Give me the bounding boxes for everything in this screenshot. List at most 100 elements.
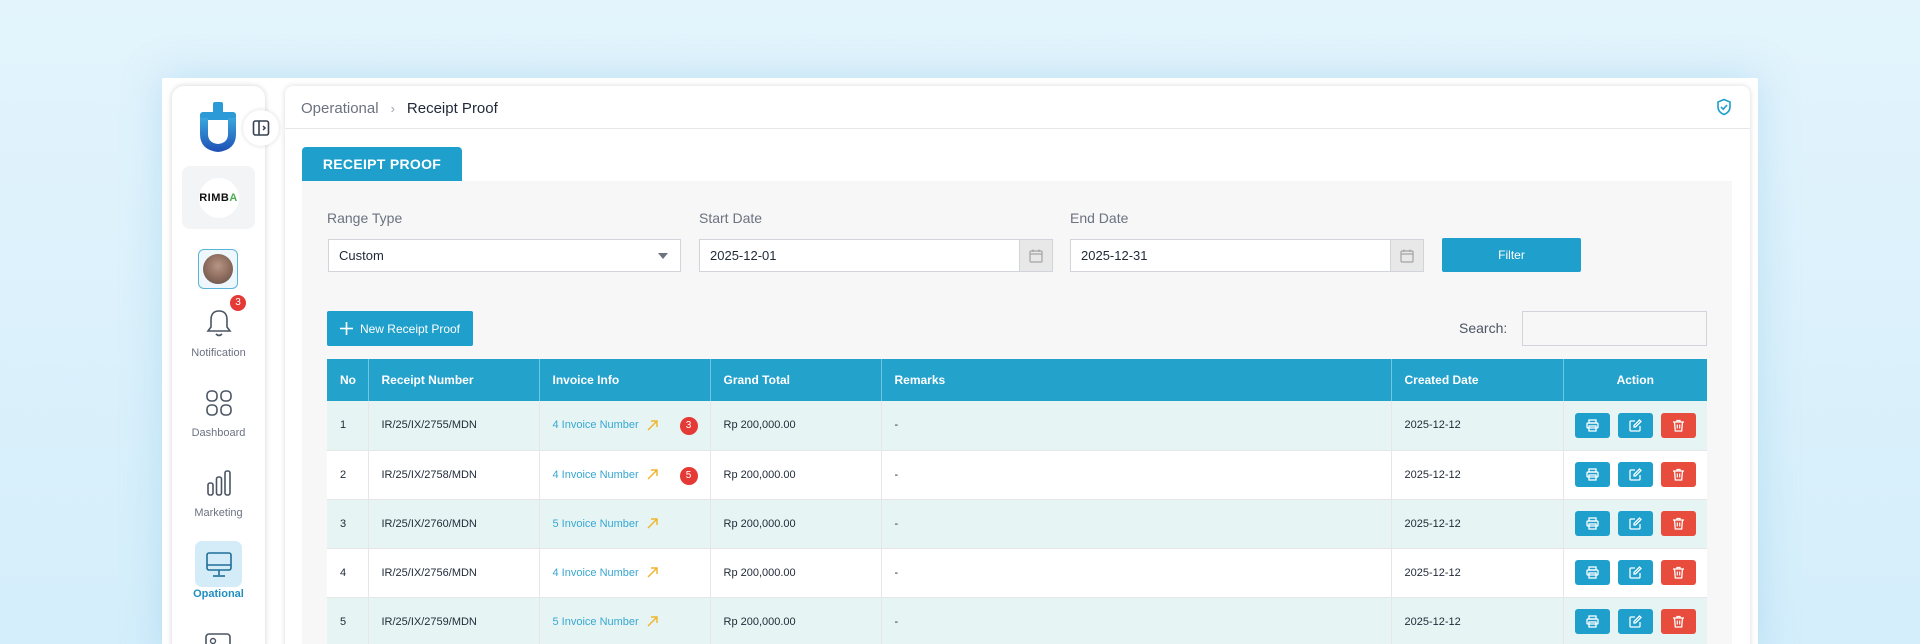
column-header-grand-total[interactable]: Grand Total bbox=[710, 359, 882, 401]
cell-no: 5 bbox=[327, 597, 369, 644]
delete-button[interactable] bbox=[1660, 560, 1696, 585]
cell-grand-total: Rp 200,000.00 bbox=[710, 499, 882, 549]
cell-invoice-info: 5 Invoice Number bbox=[539, 597, 711, 644]
breadcrumb-parent[interactable]: Operational bbox=[301, 100, 379, 117]
cell-remarks: - bbox=[881, 597, 1392, 644]
table-row[interactable]: 3 IR/25/IX/2760/MDN 5 Invoice Number Rp 200… bbox=[327, 499, 1707, 549]
external-link-icon bbox=[647, 518, 658, 529]
sidebar-collapse-button[interactable] bbox=[243, 110, 279, 146]
edit-button[interactable] bbox=[1617, 609, 1653, 634]
breadcrumb-current: Receipt Proof bbox=[406, 99, 498, 117]
cell-remarks: - bbox=[881, 499, 1392, 549]
sidebar-item-notification[interactable]: Notification bbox=[172, 307, 265, 359]
sidebar-item-marketing[interactable]: Marketing bbox=[172, 467, 265, 519]
user-avatar[interactable] bbox=[198, 249, 238, 289]
column-header-invoice-info[interactable]: Invoice Info bbox=[539, 359, 711, 401]
delete-button[interactable] bbox=[1660, 511, 1696, 536]
column-header-receipt-number[interactable]: Receipt Number bbox=[368, 359, 540, 401]
end-date-input[interactable]: 2025-12-31 bbox=[1070, 239, 1424, 272]
tab-receipt-proof[interactable]: RECEIPT PROOF bbox=[302, 147, 462, 181]
print-button[interactable] bbox=[1574, 560, 1610, 585]
cell-created-date: 2025-12-12 bbox=[1391, 401, 1564, 451]
cell-no: 1 bbox=[327, 401, 369, 451]
start-date-picker-button[interactable] bbox=[1019, 240, 1052, 271]
cell-no: 2 bbox=[327, 450, 369, 500]
edit-button[interactable] bbox=[1617, 511, 1653, 536]
invoice-link-text: 4 Invoice Number bbox=[552, 419, 639, 432]
shield-check-icon[interactable] bbox=[1716, 98, 1732, 116]
invoice-link[interactable]: 4 Invoice Number bbox=[553, 419, 658, 431]
edit-icon bbox=[1629, 468, 1642, 481]
print-button[interactable] bbox=[1574, 462, 1610, 487]
edit-button[interactable] bbox=[1617, 412, 1653, 438]
filter-button[interactable]: Filter bbox=[1442, 238, 1581, 272]
invoice-link[interactable]: 4 Invoice Number bbox=[553, 469, 658, 481]
print-button[interactable] bbox=[1574, 609, 1610, 634]
edit-button[interactable] bbox=[1617, 462, 1653, 487]
invoice-link[interactable]: 5 Invoice Number bbox=[553, 616, 658, 628]
cell-receipt-number: IR/25/IX/2760/MDN bbox=[368, 499, 540, 549]
end-date-picker-button[interactable] bbox=[1390, 240, 1423, 271]
cell-actions bbox=[1563, 401, 1707, 451]
edit-button[interactable] bbox=[1617, 560, 1653, 585]
cell-created-date: 2025-12-12 bbox=[1391, 597, 1564, 644]
cell-receipt-number: IR/25/IX/2758/MDN bbox=[368, 450, 540, 500]
table-row[interactable]: 1 IR/25/IX/2755/MDN 4 Invoice Number 3 Rp 20… bbox=[327, 401, 1707, 451]
calendar-icon bbox=[1400, 249, 1414, 263]
trash-icon bbox=[1672, 468, 1684, 481]
column-header-created-date[interactable]: Created Date bbox=[1391, 359, 1564, 401]
search-input[interactable] bbox=[1522, 311, 1707, 346]
edit-icon bbox=[1629, 418, 1642, 432]
print-icon bbox=[1586, 566, 1599, 579]
sidebar-toggle-icon bbox=[252, 120, 270, 136]
contact-card-icon bbox=[205, 633, 231, 644]
company-switcher[interactable]: RIMB A bbox=[182, 166, 255, 229]
delete-button[interactable] bbox=[1660, 462, 1696, 487]
receipt-proof-table: No Receipt Number Invoice Info Grand Tot… bbox=[327, 359, 1707, 644]
edit-icon bbox=[1629, 615, 1642, 628]
cell-remarks: - bbox=[881, 450, 1392, 500]
invoice-count-badge: 3 bbox=[679, 417, 698, 435]
chevron-down-icon bbox=[658, 253, 668, 259]
table-header-row: No Receipt Number Invoice Info Grand Tot… bbox=[327, 359, 1707, 401]
grid-icon bbox=[205, 390, 232, 416]
bell-icon bbox=[205, 310, 232, 337]
cell-actions bbox=[1563, 499, 1707, 549]
column-header-remarks[interactable]: Remarks bbox=[881, 359, 1392, 401]
end-date-label: End Date bbox=[1070, 210, 1129, 226]
external-link-icon bbox=[647, 567, 658, 578]
column-header-no[interactable]: No bbox=[327, 359, 369, 401]
start-date-input[interactable]: 2025-12-01 bbox=[699, 239, 1053, 272]
print-button[interactable] bbox=[1574, 412, 1610, 438]
cell-no: 4 bbox=[327, 548, 369, 598]
cell-created-date: 2025-12-12 bbox=[1391, 499, 1564, 549]
range-type-select[interactable]: Custom bbox=[328, 239, 681, 272]
table-row[interactable]: 4 IR/25/IX/2756/MDN 4 Invoice Number Rp 200… bbox=[327, 548, 1707, 598]
breadcrumb: Operational › Receipt Proof bbox=[301, 98, 498, 118]
start-date-value: 2025-12-01 bbox=[710, 248, 777, 263]
new-receipt-proof-label: New Receipt Proof bbox=[359, 321, 461, 336]
print-button[interactable] bbox=[1574, 511, 1610, 536]
delete-button[interactable] bbox=[1660, 609, 1696, 634]
invoice-link[interactable]: 4 Invoice Number bbox=[553, 567, 658, 579]
app-logo-icon bbox=[200, 102, 236, 152]
cell-receipt-number: IR/25/IX/2759/MDN bbox=[368, 597, 540, 644]
sidebar-item-dashboard[interactable]: Dashboard bbox=[172, 387, 265, 439]
trash-icon bbox=[1672, 517, 1684, 530]
company-logo-accent: A bbox=[229, 191, 238, 204]
cell-actions bbox=[1563, 548, 1707, 598]
cell-invoice-info: 5 Invoice Number bbox=[539, 499, 711, 549]
print-icon bbox=[1586, 468, 1599, 481]
cell-no: 3 bbox=[327, 499, 369, 549]
sidebar-item-operational[interactable]: Opational bbox=[172, 548, 265, 600]
table-row[interactable]: 2 IR/25/IX/2758/MDN 4 Invoice Number 5 Rp 20… bbox=[327, 450, 1707, 500]
invoice-link[interactable]: 5 Invoice Number bbox=[553, 518, 658, 530]
range-type-label: Range Type bbox=[327, 210, 403, 226]
table-row[interactable]: 5 IR/25/IX/2759/MDN 5 Invoice Number Rp 200… bbox=[327, 597, 1707, 644]
new-receipt-proof-button[interactable]: New Receipt Proof bbox=[327, 311, 473, 346]
notification-count-badge: 3 bbox=[230, 295, 246, 311]
delete-button[interactable] bbox=[1660, 412, 1696, 438]
external-link-icon bbox=[647, 616, 658, 627]
cell-invoice-info: 4 Invoice Number 3 bbox=[539, 401, 711, 451]
cell-receipt-number: IR/25/IX/2755/MDN bbox=[368, 401, 540, 451]
